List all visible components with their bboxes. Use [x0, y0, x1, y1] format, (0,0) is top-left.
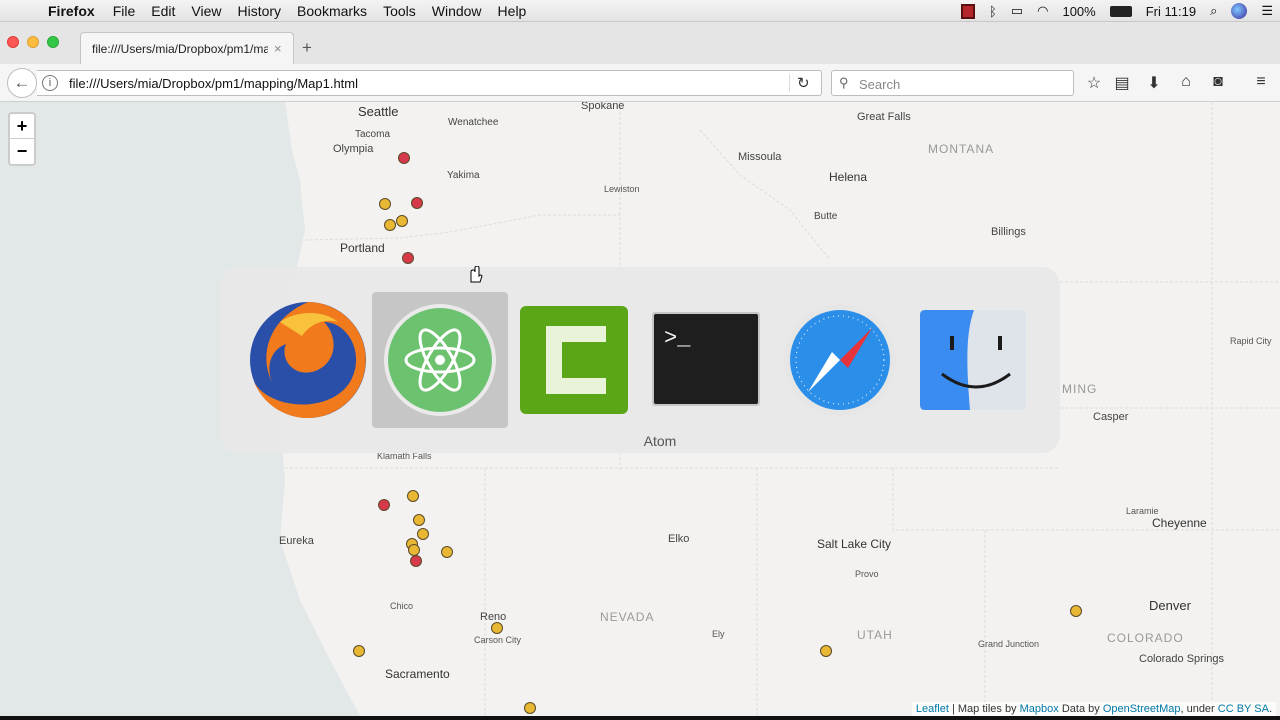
menu-bookmarks[interactable]: Bookmarks — [289, 0, 375, 22]
recording-icon[interactable] — [961, 3, 976, 19]
menu-tools[interactable]: Tools — [375, 0, 424, 22]
map-marker-yellow[interactable] — [491, 622, 503, 634]
zoom-control: + − — [8, 112, 36, 166]
menu-bar: Firefox File Edit View History Bookmarks… — [0, 0, 1280, 22]
notification-center-icon[interactable]: ☰ — [1261, 3, 1273, 19]
pocket-icon[interactable]: ◙ — [1208, 73, 1228, 91]
terminal-app-icon: >_ — [652, 312, 760, 406]
map-marker-red[interactable] — [402, 252, 414, 264]
url-bar-divider — [789, 74, 790, 92]
mapbox-link[interactable]: Mapbox — [1020, 703, 1059, 715]
new-tab-button[interactable]: + — [302, 38, 312, 58]
wifi-icon[interactable]: ◠ — [1037, 3, 1048, 19]
map-marker-red[interactable] — [410, 555, 422, 567]
finder-app-icon — [920, 310, 1026, 410]
safari-app-icon — [784, 304, 896, 416]
map-marker-yellow[interactable] — [384, 219, 396, 231]
close-window-button[interactable] — [7, 36, 19, 48]
search-placeholder: Search — [859, 77, 901, 92]
home-icon[interactable]: ⌂ — [1176, 73, 1196, 91]
zoom-out-button[interactable]: − — [10, 139, 34, 164]
map-marker-yellow[interactable] — [524, 702, 536, 714]
menu-edit[interactable]: Edit — [143, 0, 183, 22]
siri-icon[interactable] — [1231, 3, 1248, 19]
back-arrow-icon: ← — [13, 73, 31, 92]
screen-bottom-edge — [0, 716, 1280, 720]
map-marker-yellow[interactable] — [820, 645, 832, 657]
map-marker-yellow[interactable] — [441, 546, 453, 558]
menu-view[interactable]: View — [183, 0, 229, 22]
menu-help[interactable]: Help — [490, 0, 535, 22]
zoom-in-button[interactable]: + — [10, 114, 34, 139]
map-marker-yellow[interactable] — [417, 528, 429, 540]
hand-cursor-icon — [470, 266, 483, 283]
map-marker-yellow[interactable] — [408, 544, 420, 556]
reload-icon[interactable]: ↻ — [797, 74, 810, 92]
clock[interactable]: Fri 11:19 — [1146, 4, 1196, 19]
openstreetmap-link[interactable]: OpenStreetMap — [1103, 703, 1181, 715]
battery-percent[interactable]: 100% — [1062, 4, 1095, 19]
menu-history[interactable]: History — [229, 0, 289, 22]
map-marker-yellow[interactable] — [413, 514, 425, 526]
switcher-app-camtasia[interactable] — [506, 292, 642, 428]
attribution-end: . — [1268, 703, 1272, 715]
map-marker-yellow[interactable] — [379, 198, 391, 210]
attribution-data-text: Data by — [1061, 703, 1100, 715]
map-marker-red[interactable] — [378, 499, 390, 511]
reading-list-icon[interactable]: ▤ — [1112, 73, 1132, 93]
search-input[interactable]: ⚲ Search — [831, 70, 1074, 96]
battery-icon[interactable] — [1109, 5, 1132, 17]
bluetooth-icon[interactable]: ᛒ — [989, 4, 997, 19]
tab-close-icon[interactable]: × — [274, 41, 282, 56]
switcher-app-finder[interactable] — [904, 292, 1040, 428]
menu-file[interactable]: File — [105, 0, 144, 22]
airplay-icon[interactable]: ▭ — [1011, 3, 1023, 19]
leaflet-link[interactable]: Leaflet — [916, 703, 949, 715]
tab-bar: file:///Users/mia/Dropbox/pm1/ma × + — [0, 22, 1280, 64]
license-link[interactable]: CC BY SA — [1218, 703, 1269, 715]
downloads-icon[interactable]: ⬇ — [1144, 73, 1164, 93]
app-switcher: >_ Atom — [220, 267, 1060, 453]
switcher-selected-app-label: Atom — [643, 433, 677, 449]
map-marker-red[interactable] — [398, 152, 410, 164]
map-marker-yellow[interactable] — [1070, 605, 1082, 617]
attribution-tiles-text: | Map tiles by — [951, 703, 1017, 715]
menu-app-name[interactable]: Firefox — [40, 0, 105, 22]
svg-text:>_: >_ — [664, 326, 691, 351]
switcher-app-terminal[interactable]: >_ — [638, 292, 774, 428]
map-marker-yellow[interactable] — [396, 215, 408, 227]
back-button[interactable]: ← — [7, 68, 37, 98]
map-marker-yellow[interactable] — [353, 645, 365, 657]
bookmark-star-icon[interactable]: ☆ — [1084, 73, 1104, 93]
map-attribution: Leaflet | Map tiles by Mapbox Data by Op… — [911, 702, 1276, 716]
atom-app-icon — [384, 304, 496, 416]
zoom-window-button[interactable] — [47, 36, 59, 48]
menu-window[interactable]: Window — [424, 0, 490, 22]
url-bar[interactable]: i file:///Users/mia/Dropbox/pm1/mapping/… — [37, 70, 822, 96]
map-marker-red[interactable] — [411, 197, 423, 209]
search-icon: ⚲ — [839, 75, 849, 90]
firefox-app-icon — [250, 302, 366, 418]
navigation-bar: ← i file:///Users/mia/Dropbox/pm1/mappin… — [0, 64, 1280, 102]
tab-map1[interactable]: file:///Users/mia/Dropbox/pm1/ma × — [80, 32, 294, 64]
url-text[interactable]: file:///Users/mia/Dropbox/pm1/mapping/Ma… — [69, 76, 358, 91]
switcher-app-atom[interactable] — [372, 292, 508, 428]
attribution-under-text: , under — [1180, 703, 1215, 715]
switcher-app-safari[interactable] — [772, 292, 908, 428]
hamburger-menu-icon[interactable]: ≡ — [1251, 73, 1271, 91]
camtasia-app-icon — [520, 306, 628, 414]
minimize-window-button[interactable] — [27, 36, 39, 48]
tab-title: file:///Users/mia/Dropbox/pm1/ma — [92, 41, 268, 56]
spotlight-search-icon[interactable]: ⌕ — [1210, 3, 1217, 19]
map-marker-yellow[interactable] — [407, 490, 419, 502]
page-info-icon[interactable]: i — [42, 75, 58, 91]
switcher-app-firefox[interactable] — [240, 292, 376, 428]
